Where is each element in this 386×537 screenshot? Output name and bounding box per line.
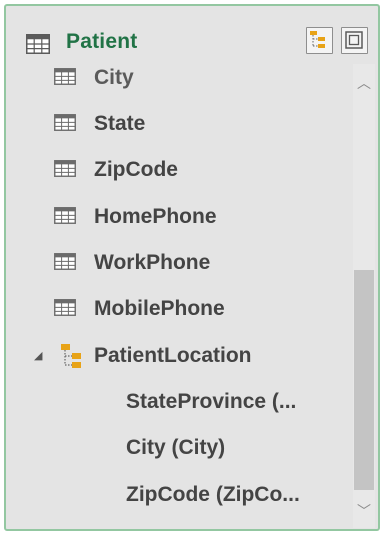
hierarchy-level-stateprovince[interactable]: StateProvince (...	[6, 382, 346, 422]
field-label: State	[94, 112, 146, 135]
table-title[interactable]: Patient	[66, 29, 137, 55]
scroll-up-icon[interactable]: ︿	[353, 70, 375, 96]
patient-table-card: Patient City State ZipCode HomePhone Wor…	[4, 4, 380, 531]
table-field-icon	[54, 299, 76, 321]
field-row-mobilephone[interactable]: MobilePhone	[6, 289, 346, 329]
hierarchy-icon	[60, 342, 86, 375]
scroll-down-icon[interactable]: ﹀	[353, 498, 375, 524]
field-row-homephone[interactable]: HomePhone	[6, 197, 346, 237]
collapse-arrow-icon[interactable]: ◢	[34, 349, 42, 363]
field-label: HomePhone	[94, 205, 217, 228]
frame-view-button[interactable]	[341, 27, 368, 54]
hierarchy-level-label: ZipCode (ZipCo...	[126, 483, 300, 506]
hierarchy-label: PatientLocation	[94, 344, 252, 367]
vertical-scrollbar[interactable]: ︿ ﹀	[353, 64, 375, 528]
table-field-icon	[54, 207, 76, 229]
field-row-state[interactable]: State	[6, 104, 346, 144]
hierarchy-level-label: City (City)	[126, 436, 226, 459]
field-label: ZipCode	[94, 158, 178, 181]
field-label: WorkPhone	[94, 251, 211, 274]
table-icon	[26, 34, 50, 59]
field-list[interactable]: City State ZipCode HomePhone WorkPhone M…	[6, 64, 346, 529]
table-field-icon	[54, 68, 76, 90]
table-field-icon	[54, 114, 76, 136]
hierarchy-level-zipcode[interactable]: ZipCode (ZipCo...	[6, 475, 346, 515]
field-row-zipcode[interactable]: ZipCode	[6, 150, 346, 190]
field-row-city[interactable]: City	[6, 64, 346, 104]
table-field-icon	[54, 253, 76, 275]
field-row-workphone[interactable]: WorkPhone	[6, 243, 346, 283]
table-field-icon	[54, 160, 76, 182]
hierarchy-row-patientlocation[interactable]: ◢ PatientLocation	[6, 336, 346, 376]
field-label: MobilePhone	[94, 297, 225, 320]
scrollbar-thumb[interactable]	[354, 270, 374, 490]
field-label: City	[94, 66, 134, 89]
hierarchy-level-city[interactable]: City (City)	[6, 428, 346, 468]
hierarchy-level-label: StateProvince (...	[126, 390, 297, 413]
hierarchy-view-button[interactable]	[306, 27, 333, 54]
